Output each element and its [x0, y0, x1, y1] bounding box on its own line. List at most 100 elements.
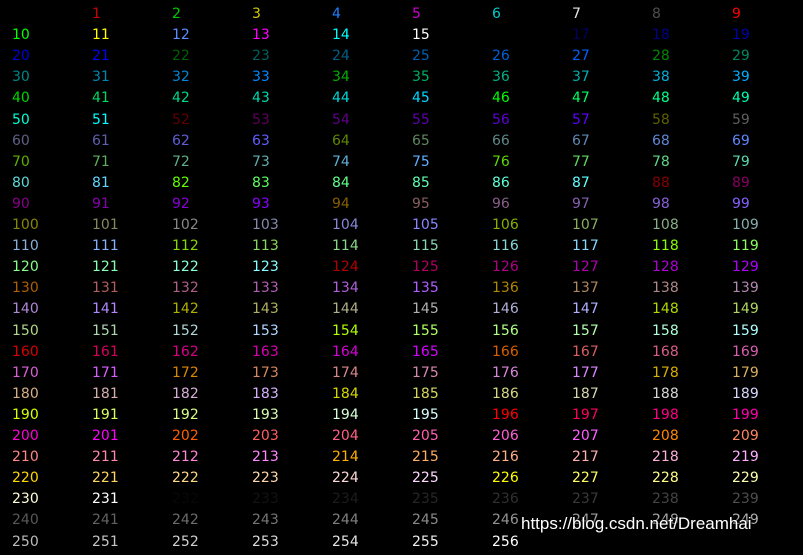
- color-cell-7: 7: [572, 6, 581, 22]
- color-cell-192: 192: [172, 406, 199, 423]
- color-cell-37: 37: [572, 69, 590, 86]
- color-cell-159: 159: [732, 322, 759, 339]
- color-cell-146: 146: [492, 301, 519, 318]
- color-cell-250: 250: [12, 533, 39, 550]
- color-cell-120: 120: [12, 259, 39, 276]
- color-cell-237: 237: [572, 491, 599, 508]
- color-cell-8: 8: [652, 6, 661, 22]
- color-cell-53: 53: [252, 111, 270, 128]
- color-cell-178: 178: [652, 364, 679, 381]
- color-cell-59: 59: [732, 111, 750, 128]
- color-cell-212: 212: [172, 449, 199, 466]
- color-cell-194: 194: [332, 406, 359, 423]
- color-cell-28: 28: [652, 48, 670, 65]
- color-cell-234: 234: [332, 491, 359, 508]
- color-cell-2: 2: [172, 6, 181, 22]
- color-cell-56: 56: [492, 111, 510, 128]
- color-cell-128: 128: [652, 259, 679, 276]
- color-cell-117: 117: [572, 238, 599, 255]
- color-cell-43: 43: [252, 90, 270, 107]
- color-cell-57: 57: [572, 111, 590, 128]
- color-cell-94: 94: [332, 195, 350, 212]
- color-cell-36: 36: [492, 69, 510, 86]
- color-cell-98: 98: [652, 195, 670, 212]
- color-cell-156: 156: [492, 322, 519, 339]
- color-cell-77: 77: [572, 153, 590, 170]
- color-cell-103: 103: [252, 217, 279, 233]
- color-cell-60: 60: [12, 132, 30, 149]
- color-cell-91: 91: [92, 195, 110, 212]
- color-cell-232: 232: [172, 491, 199, 508]
- color-cell-90: 90: [12, 195, 30, 212]
- color-cell-82: 82: [172, 174, 190, 191]
- color-cell-161: 161: [92, 343, 119, 360]
- color-cell-256: 256: [492, 533, 519, 550]
- color-cell-51: 51: [92, 111, 110, 128]
- color-cell-83: 83: [252, 174, 270, 191]
- color-cell-191: 191: [92, 406, 119, 423]
- color-cell-138: 138: [652, 280, 679, 297]
- color-cell-147: 147: [572, 301, 599, 318]
- color-cell-47: 47: [572, 90, 590, 107]
- color-cell-93: 93: [252, 195, 270, 212]
- color-cell-207: 207: [572, 428, 599, 444]
- color-cell-30: 30: [12, 69, 30, 86]
- color-cell-32: 32: [172, 69, 190, 86]
- color-cell-136: 136: [492, 280, 519, 297]
- color-cell-233: 233: [252, 491, 279, 508]
- color-cell-236: 236: [492, 491, 519, 508]
- color-cell-142: 142: [172, 301, 199, 318]
- color-cell-218: 218: [652, 449, 679, 466]
- color-cell-165: 165: [412, 343, 439, 360]
- color-cell-40: 40: [12, 90, 30, 107]
- color-cell-173: 173: [252, 364, 279, 381]
- color-cell-89: 89: [732, 174, 750, 191]
- color-cell-127: 127: [572, 259, 599, 276]
- color-cell-112: 112: [172, 238, 199, 255]
- color-cell-141: 141: [92, 301, 119, 318]
- color-cell-76: 76: [492, 153, 510, 170]
- color-cell-244: 244: [332, 512, 359, 529]
- color-cell-137: 137: [572, 280, 599, 297]
- color-cell-132: 132: [172, 280, 199, 297]
- color-cell-189: 189: [732, 385, 759, 402]
- color-cell-13: 13: [252, 27, 270, 44]
- color-cell-73: 73: [252, 153, 270, 170]
- color-cell-104: 104: [332, 217, 359, 233]
- color-cell-95: 95: [412, 195, 430, 212]
- color-cell-210: 210: [12, 449, 39, 466]
- color-cell-17: 17: [572, 27, 590, 44]
- color-cell-140: 140: [12, 301, 39, 318]
- color-cell-34: 34: [332, 69, 350, 86]
- color-cell-171: 171: [92, 364, 119, 381]
- color-cell-41: 41: [92, 90, 110, 107]
- color-cell-18: 18: [652, 27, 670, 44]
- color-cell-160: 160: [12, 343, 39, 360]
- color-cell-24: 24: [332, 48, 350, 65]
- color-cell-67: 67: [572, 132, 590, 149]
- color-cell-176: 176: [492, 364, 519, 381]
- color-cell-235: 235: [412, 491, 439, 508]
- color-cell-96: 96: [492, 195, 510, 212]
- color-cell-213: 213: [252, 449, 279, 466]
- color-cell-78: 78: [652, 153, 670, 170]
- color-cell-179: 179: [732, 364, 759, 381]
- color-cell-62: 62: [172, 132, 190, 149]
- color-cell-86: 86: [492, 174, 510, 191]
- color-cell-10: 10: [12, 27, 30, 44]
- color-cell-52: 52: [172, 111, 190, 128]
- color-cell-228: 228: [652, 470, 679, 487]
- color-cell-39: 39: [732, 69, 750, 86]
- color-cell-14: 14: [332, 27, 350, 44]
- color-cell-157: 157: [572, 322, 599, 339]
- color-cell-35: 35: [412, 69, 430, 86]
- color-cell-187: 187: [572, 385, 599, 402]
- color-cell-79: 79: [732, 153, 750, 170]
- color-cell-75: 75: [412, 153, 430, 170]
- color-cell-12: 12: [172, 27, 190, 44]
- color-cell-85: 85: [412, 174, 430, 191]
- color-cell-152: 152: [172, 322, 199, 339]
- color-cell-119: 119: [732, 238, 759, 255]
- color-cell-153: 153: [252, 322, 279, 339]
- color-cell-126: 126: [492, 259, 519, 276]
